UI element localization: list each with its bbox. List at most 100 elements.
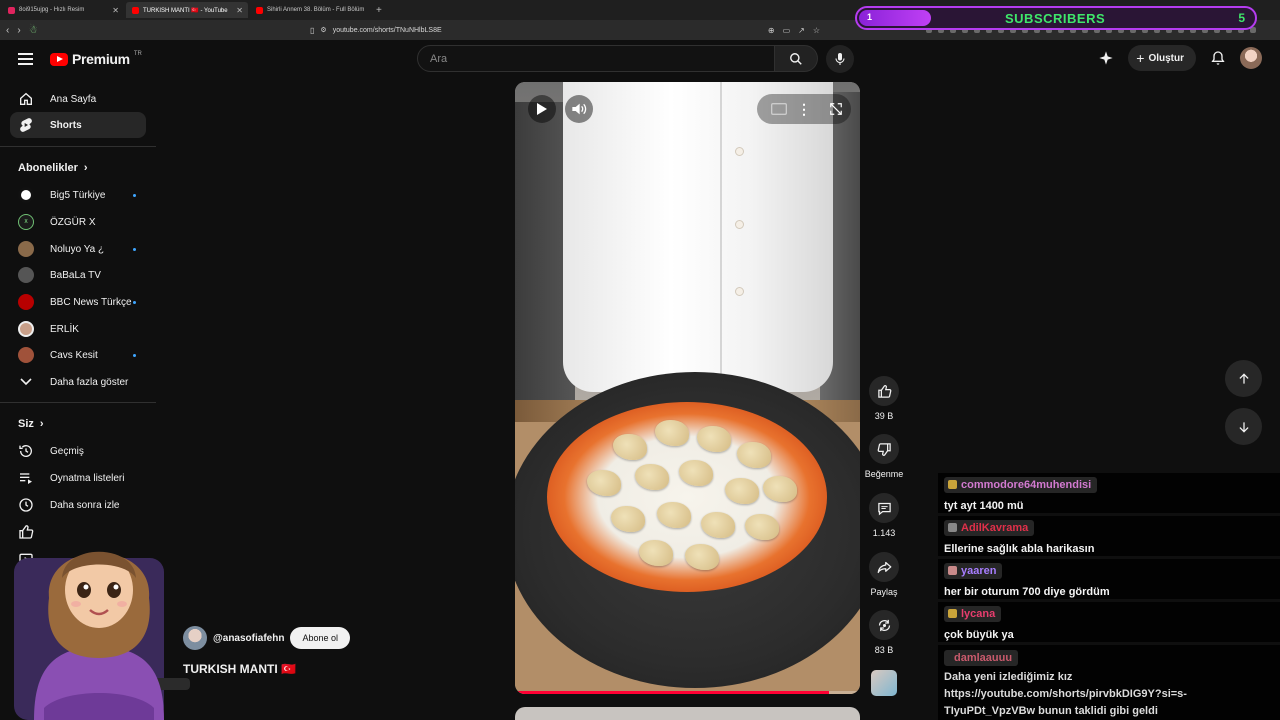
- show-more-button[interactable]: Daha fazla göster: [10, 369, 146, 395]
- goal-label: SUBSCRIBERS: [1005, 11, 1106, 26]
- fullscreen-button[interactable]: [822, 95, 850, 123]
- browser-tab[interactable]: Sihirli Annem 38. Bölüm - Full Bölüm: [250, 2, 372, 18]
- browser-tab[interactable]: 8oi915ujpg - Hızlı Resim ✕: [2, 2, 124, 18]
- sidebar-item-channel[interactable]: BBC News Türkçe: [10, 289, 146, 315]
- bookmark-icon[interactable]: ▯: [310, 26, 314, 35]
- sidebar-item-channel[interactable]: ERLİK: [10, 316, 146, 342]
- sidebar-item-label: Geçmiş: [50, 445, 84, 457]
- new-tab-button[interactable]: +: [376, 5, 382, 16]
- browser-tab-active[interactable]: TURKISH MANTI 🇹🇷 - YouTube ✕: [126, 2, 248, 18]
- previous-short-button[interactable]: [1225, 360, 1262, 397]
- search-input[interactable]: [418, 46, 774, 71]
- create-label: Oluştur: [1148, 52, 1184, 64]
- star-icon[interactable]: ☆: [813, 26, 820, 35]
- tab-title: TURKISH MANTI 🇹🇷 - YouTube: [143, 7, 228, 14]
- sidebar-item-channel[interactable]: Noluyo Ya ¿: [10, 236, 146, 262]
- expand-icon: [830, 103, 842, 115]
- forward-icon[interactable]: ›: [17, 25, 20, 36]
- menu-icon[interactable]: [18, 53, 33, 65]
- new-content-dot: [133, 247, 136, 251]
- next-short-button[interactable]: [1225, 408, 1262, 445]
- comment-count: 1.143: [872, 528, 896, 538]
- channel-avatar[interactable]: [183, 626, 207, 650]
- shorts-video-player[interactable]: ⋮: [515, 82, 860, 694]
- channel-avatar: [18, 321, 34, 337]
- video-progress-bar[interactable]: [515, 691, 860, 694]
- sidebar-item-channel[interactable]: Cavs Kesit: [10, 342, 146, 368]
- stream-chat-overlay: commodore64muhendisi tyt ayt 1400 mü Adi…: [938, 470, 1280, 720]
- tab-title: 8oi915ujpg - Hızlı Resim: [19, 7, 85, 13]
- new-content-dot: [133, 193, 136, 197]
- arrow-down-icon: [1238, 421, 1249, 433]
- history-icon: [18, 443, 34, 459]
- search-button[interactable]: [775, 45, 818, 72]
- short-title: TURKISH MANTI 🇹🇷: [183, 662, 296, 676]
- sidebar-item-label: Shorts: [50, 119, 82, 131]
- logo-region: TR: [133, 51, 142, 57]
- ai-sparkle-icon[interactable]: [1098, 50, 1114, 66]
- video-progress-fill: [515, 691, 829, 694]
- chevron-down-icon: [18, 374, 34, 390]
- chat-username: damlaauuu: [954, 652, 1013, 664]
- close-tab-icon[interactable]: ✕: [236, 6, 243, 15]
- site-settings-icon[interactable]: ⚙: [320, 26, 326, 34]
- chat-text: tyt ayt 1400 mü: [944, 500, 1024, 512]
- subscribe-button[interactable]: Abone ol: [290, 627, 350, 649]
- voice-search-button[interactable]: [826, 45, 854, 73]
- chat-username: lycana: [961, 607, 996, 620]
- tab-title: Sihirli Annem 38. Bölüm - Full Bölüm: [267, 7, 365, 13]
- goal-start: 1: [867, 12, 873, 22]
- like-action: 39 B: [864, 376, 904, 421]
- chat-username: commodore64muhendisi: [961, 478, 1092, 491]
- sidebar-item-history[interactable]: Geçmiş: [10, 438, 146, 464]
- volume-icon: [572, 103, 587, 115]
- mute-button[interactable]: [565, 95, 593, 123]
- back-icon[interactable]: ‹: [6, 25, 9, 36]
- robot-extension-icon[interactable]: ☃: [29, 25, 38, 36]
- chat-message: damlaauuu Daha yeni izlediğimiz kız http…: [938, 645, 1280, 720]
- subscriptions-heading[interactable]: Abonelikler ›: [18, 162, 88, 174]
- chat-message: commodore64muhendisi tyt ayt 1400 mü: [938, 473, 1280, 513]
- youtube-logo[interactable]: Premium TR: [50, 51, 142, 67]
- sidebar-item-channel[interactable]: Big5 Türkiye: [10, 182, 146, 208]
- account-avatar[interactable]: [1240, 47, 1262, 69]
- url-text[interactable]: youtube.com/shorts/TNuNHlbLS8E: [333, 27, 442, 34]
- remix-button[interactable]: [869, 610, 899, 640]
- dislike-button[interactable]: [869, 434, 899, 464]
- play-button[interactable]: [528, 95, 556, 123]
- bell-icon[interactable]: [1210, 50, 1226, 66]
- microphone-icon: [835, 53, 845, 65]
- sidebar-item-shorts[interactable]: Shorts: [10, 112, 146, 138]
- share-icon[interactable]: ↗: [798, 26, 805, 35]
- more-options-button[interactable]: ⋮: [790, 95, 818, 123]
- close-tab-icon[interactable]: ✕: [112, 6, 119, 15]
- create-button[interactable]: + Oluştur: [1128, 45, 1196, 71]
- chat-username-chip: AdilKavrama: [944, 519, 1035, 536]
- channel-name: ÖZGÜR X: [50, 216, 96, 228]
- youtube-play-icon: [50, 52, 68, 66]
- sidebar-item-home[interactable]: Ana Sayfa: [10, 86, 146, 112]
- captions-button[interactable]: [765, 95, 793, 123]
- captions-icon: [771, 103, 787, 115]
- channel-avatar: [18, 294, 34, 310]
- next-short-preview[interactable]: [515, 707, 860, 720]
- you-heading[interactable]: Siz ›: [18, 418, 44, 430]
- sound-thumbnail[interactable]: [871, 670, 897, 696]
- sidebar-item-playlists[interactable]: Oynatma listeleri: [10, 465, 146, 491]
- like-button[interactable]: [869, 376, 899, 406]
- chat-username-chip: yaaren: [944, 562, 1003, 579]
- cast-icon[interactable]: ▭: [783, 26, 791, 35]
- channel-avatar: [18, 187, 34, 203]
- search-box[interactable]: [417, 45, 775, 72]
- share-button[interactable]: [869, 552, 899, 582]
- sidebar-item-channel[interactable]: BaBaLa TV: [10, 262, 146, 288]
- comments-button[interactable]: [869, 493, 899, 523]
- sidebar-item-channel[interactable]: X ÖZGÜR X: [10, 209, 146, 235]
- channel-handle[interactable]: @anasofiafehn: [213, 633, 284, 644]
- zoom-icon[interactable]: ⊕: [768, 26, 775, 35]
- new-content-dot: [133, 300, 136, 304]
- search-icon: [790, 52, 802, 65]
- masthead: Premium TR + Oluştur: [0, 40, 1280, 78]
- playlist-icon: [18, 470, 34, 486]
- you-title: Siz: [18, 418, 34, 430]
